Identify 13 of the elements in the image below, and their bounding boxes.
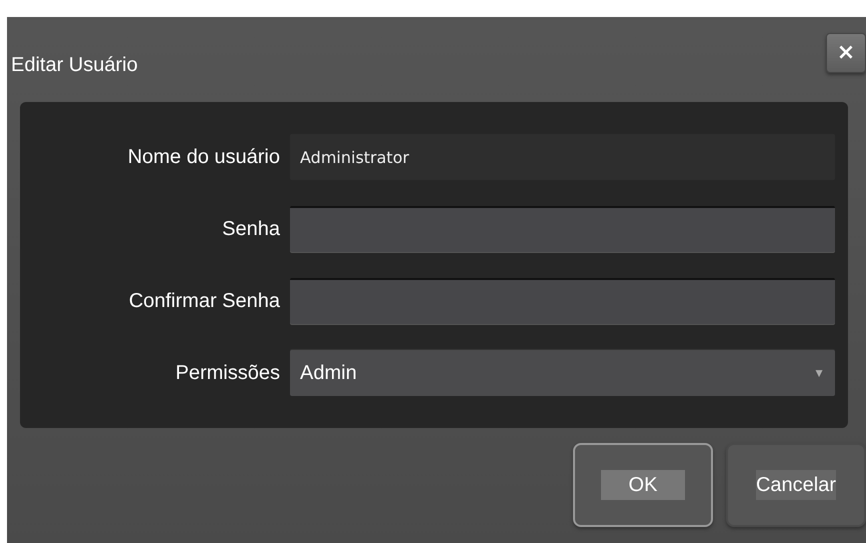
cancel-button[interactable]: Cancelar <box>726 443 866 527</box>
field-label: Nome do usuário <box>126 146 280 168</box>
permission-dropdown[interactable]: Admin ▼ <box>290 350 835 396</box>
password-field[interactable] <box>290 278 835 324</box>
input-field[interactable]: Administrator <box>290 134 835 180</box>
field-label: Confirmar Senha <box>128 290 280 312</box>
field-label: Senha <box>221 218 280 240</box>
caret-icon: ▼ <box>813 366 825 380</box>
dialog-title: Editar Usuário <box>11 54 138 77</box>
close-button[interactable]: × <box>826 32 866 72</box>
field-label: Permissões <box>174 362 280 384</box>
password-field[interactable] <box>290 206 835 252</box>
ok-button[interactable]: OK <box>573 443 713 527</box>
